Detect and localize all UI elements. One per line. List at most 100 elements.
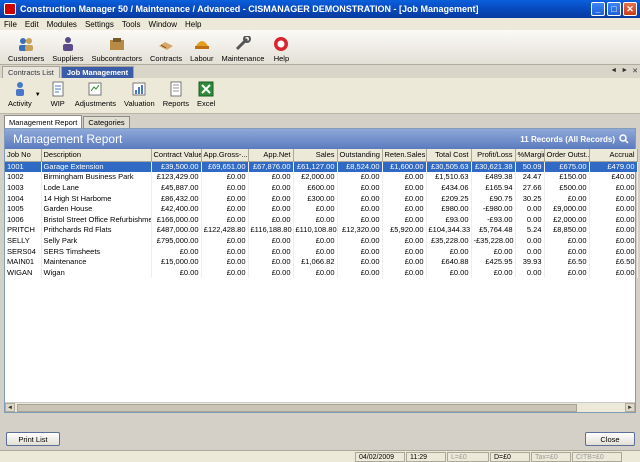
table-cell: SERS04 bbox=[5, 245, 42, 257]
table-row[interactable]: SELLY Selly Park £795,000.00 £0.00 £0.00 £0.0… bbox=[5, 235, 638, 246]
col-sales[interactable]: Sales bbox=[293, 149, 338, 162]
close-window-button[interactable]: ✕ bbox=[623, 2, 637, 16]
table-row[interactable]: 1006 Bristol Street Office Refurbishment £… bbox=[5, 213, 638, 225]
col-job-no[interactable]: Job No bbox=[5, 149, 42, 162]
table-row[interactable]: MAIN01 Maintenance £15,000.00 £0.00 £0.00 £1,… bbox=[5, 256, 638, 267]
table-cell: £0.00 bbox=[589, 182, 638, 193]
col-outstanding[interactable]: Outstanding bbox=[337, 149, 383, 162]
col-margin[interactable]: %Margin bbox=[515, 149, 545, 162]
adjustments-icon bbox=[86, 81, 104, 97]
reports-button[interactable]: Reports bbox=[159, 78, 193, 111]
table-row[interactable]: 1003 Lode Lane £45,887.00 £0.00 £0.00 £600.00… bbox=[5, 182, 638, 193]
table-row[interactable]: PRITCH Prithchards Rd Flats £487,000.00 £12… bbox=[5, 224, 638, 236]
tab-prev-icon[interactable]: ◄ bbox=[610, 67, 617, 75]
table-cell: £0.00 bbox=[201, 256, 249, 267]
table-cell: £0.00 bbox=[293, 203, 338, 214]
table-row[interactable]: 1002 Birmingham Business Park £123,429.00 £… bbox=[5, 171, 638, 183]
table-cell: 0.00 bbox=[515, 245, 545, 257]
table-row[interactable]: SERS04 SERS Timsheets £0.00 £0.00 £0.00 £0.00… bbox=[5, 245, 638, 257]
table-cell: £30,621.38 bbox=[471, 161, 516, 172]
table-row[interactable]: 1001 Garage Extension £39,500.00 £69,651.00… bbox=[5, 161, 638, 172]
tab-job-management[interactable]: Job Management bbox=[60, 66, 135, 78]
help-button[interactable]: Help bbox=[268, 30, 294, 63]
col-total-cost[interactable]: Total Cost bbox=[426, 149, 472, 162]
table-cell: 1001 bbox=[5, 161, 42, 172]
report-subtabs: Management Report Categories bbox=[0, 114, 640, 128]
col-app-gross[interactable]: App.Gross-... bbox=[201, 149, 249, 162]
labour-icon bbox=[193, 36, 211, 52]
table-cell: £40.00 bbox=[589, 171, 638, 183]
app-icon[interactable] bbox=[4, 3, 16, 15]
col-description[interactable]: Description bbox=[41, 149, 152, 162]
table-cell: £675.00 bbox=[544, 161, 590, 172]
table-cell: £600.00 bbox=[293, 182, 338, 193]
labour-button[interactable]: Labour bbox=[186, 30, 217, 63]
col-reten-sales[interactable]: Reten.Sales bbox=[382, 149, 427, 162]
suppliers-button[interactable]: Suppliers bbox=[48, 30, 87, 63]
table-cell: £5,764.48 bbox=[471, 224, 516, 236]
menu-file[interactable]: File bbox=[4, 20, 17, 29]
wip-button[interactable]: WIP bbox=[45, 78, 71, 111]
table-row[interactable]: 1005 Garden House £42,400.00 £0.00 £0.00 £0.0… bbox=[5, 203, 638, 214]
customers-button[interactable]: Customers bbox=[4, 30, 48, 63]
table-cell: £0.00 bbox=[248, 213, 294, 225]
table-cell: £0.00 bbox=[382, 256, 427, 267]
menu-window[interactable]: Window bbox=[149, 20, 177, 29]
table-cell: Selly Park bbox=[41, 235, 152, 246]
col-contract-value[interactable]: Contract Value bbox=[151, 149, 202, 162]
table-cell: £0.00 bbox=[589, 203, 638, 214]
status-d: D=£0 bbox=[490, 452, 530, 462]
maintenance-button[interactable]: Maintenance bbox=[217, 30, 268, 63]
tab-close-icon[interactable]: ✕ bbox=[632, 67, 638, 75]
table-cell: £0.00 bbox=[382, 182, 427, 193]
table-row[interactable]: 1004 14 High St Harbome £86,432.00 £0.00 £0.… bbox=[5, 192, 638, 204]
activity-dropdown-icon[interactable]: ▼ bbox=[35, 92, 41, 98]
table-cell: £0.00 bbox=[337, 213, 383, 225]
valuation-button[interactable]: Valuation bbox=[120, 78, 159, 111]
contracts-button[interactable]: Contracts bbox=[146, 30, 186, 63]
menu-help[interactable]: Help bbox=[185, 20, 201, 29]
table-cell: £0.00 bbox=[201, 245, 249, 257]
table-cell: £0.00 bbox=[589, 213, 638, 225]
table-cell: £0.00 bbox=[151, 266, 202, 278]
table-cell: 30.25 bbox=[515, 192, 545, 204]
menu-tools[interactable]: Tools bbox=[122, 20, 141, 29]
table-cell: 1006 bbox=[5, 213, 42, 225]
table-cell: £1,510.63 bbox=[426, 171, 472, 183]
tab-contracts-list[interactable]: Contracts List bbox=[2, 66, 60, 78]
horizontal-scrollbar[interactable]: ◄ ► bbox=[5, 402, 635, 412]
search-icon[interactable] bbox=[619, 134, 629, 144]
table-cell: £45,887.00 bbox=[151, 182, 202, 193]
excel-button[interactable]: Excel bbox=[193, 78, 219, 111]
table-cell: £90.75 bbox=[471, 192, 516, 204]
table-cell: 1005 bbox=[5, 203, 42, 214]
tab-next-icon[interactable]: ► bbox=[621, 67, 628, 75]
scrollbar-thumb[interactable] bbox=[17, 403, 577, 412]
table-cell: £0.00 bbox=[201, 203, 249, 214]
col-order-outstanding[interactable]: Order Outst... bbox=[544, 149, 590, 162]
activity-button[interactable]: Activity ▼ bbox=[4, 78, 45, 111]
subcontractors-button[interactable]: Subcontractors bbox=[88, 30, 146, 63]
table-row[interactable]: WIGAN Wigan £0.00 £0.00 £0.00 £0.00 £0.00 £0.00… bbox=[5, 266, 638, 278]
scroll-right-icon[interactable]: ► bbox=[625, 403, 635, 412]
table-cell: 0.00 bbox=[515, 203, 545, 214]
menu-settings[interactable]: Settings bbox=[85, 20, 114, 29]
maximize-button[interactable]: □ bbox=[607, 2, 621, 16]
table-cell: £1,600.00 bbox=[382, 161, 427, 172]
col-accrual[interactable]: Accrual bbox=[589, 149, 638, 162]
col-app-net[interactable]: App.Net bbox=[248, 149, 294, 162]
tab-management-report[interactable]: Management Report bbox=[4, 115, 83, 128]
adjustments-button[interactable]: Adjustments bbox=[71, 78, 120, 111]
minimize-button[interactable]: _ bbox=[591, 2, 605, 16]
menu-edit[interactable]: Edit bbox=[25, 20, 39, 29]
scroll-left-icon[interactable]: ◄ bbox=[5, 403, 15, 412]
table-cell: £1,066.82 bbox=[293, 256, 338, 267]
valuation-icon bbox=[130, 81, 148, 97]
menu-modules[interactable]: Modules bbox=[47, 20, 77, 29]
close-button[interactable]: Close bbox=[585, 432, 635, 446]
col-profit-loss[interactable]: Profit/Loss bbox=[471, 149, 516, 162]
table-cell: £150.00 bbox=[544, 171, 590, 183]
tab-categories[interactable]: Categories bbox=[83, 116, 130, 128]
print-list-button[interactable]: Print List bbox=[6, 432, 60, 446]
table-cell: 0.00 bbox=[515, 235, 545, 246]
